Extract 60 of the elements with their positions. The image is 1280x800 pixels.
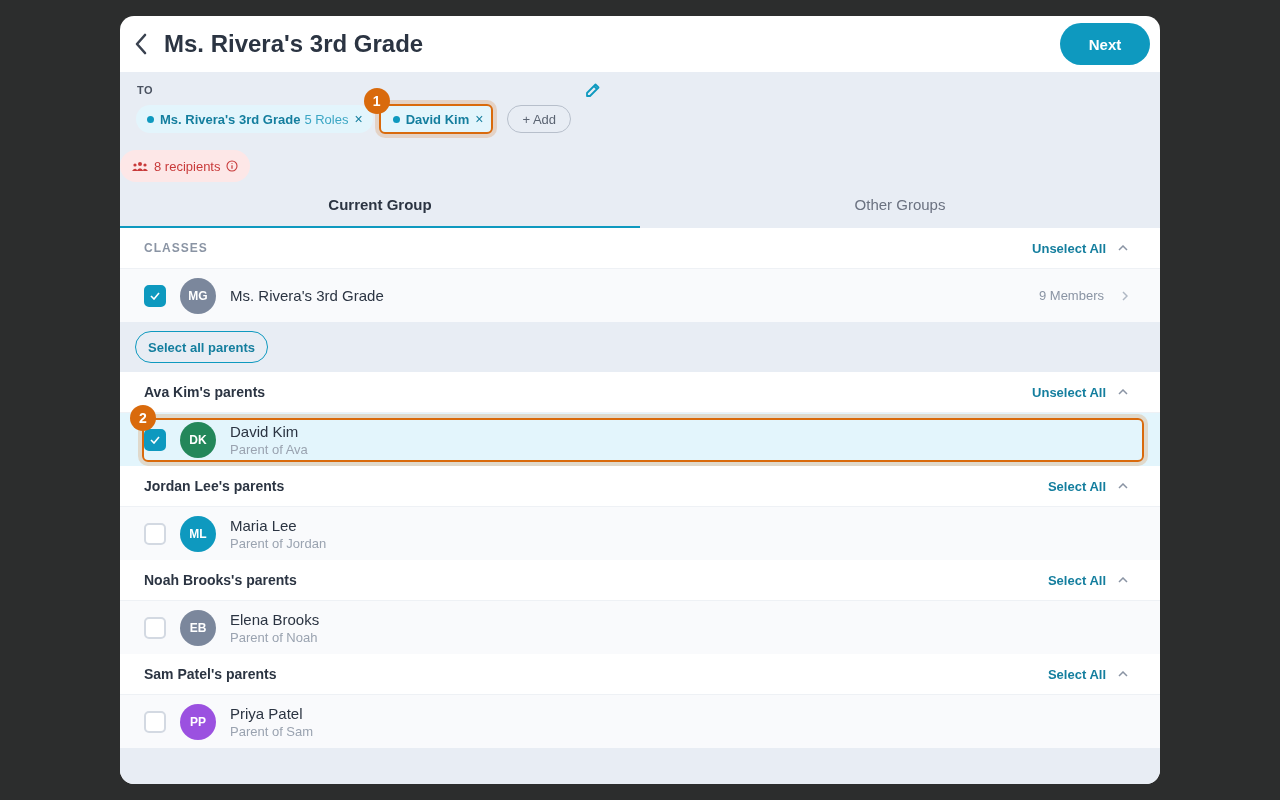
group-heading: Sam Patel's parents: [144, 666, 278, 682]
tab[interactable]: Other Groups: [640, 182, 1160, 228]
group-heading: Jordan Lee's parents: [144, 478, 286, 494]
class-row[interactable]: MG Ms. Rivera's 3rd Grade 9 Members: [120, 269, 1160, 322]
parent-row[interactable]: ML Maria Lee Parent of Jordan: [120, 507, 1160, 560]
unselect-all-link[interactable]: Unselect All: [1032, 240, 1106, 256]
dot-icon: [147, 115, 154, 123]
remove-button[interactable]: ×: [354, 111, 363, 127]
recipients-pill[interactable]: 8 recipients: [120, 150, 251, 182]
group-heading: Noah Brooks's parents: [144, 572, 298, 588]
people-icon: [132, 161, 148, 171]
avatar: PP: [180, 703, 216, 740]
parent-name: Elena Brooks: [230, 610, 321, 628]
section-heading: CLASSES: [144, 241, 209, 255]
to-label: TO: [137, 84, 154, 96]
next-button[interactable]: Next: [1060, 23, 1150, 65]
parent-relation: Parent of Jordan: [230, 535, 328, 551]
parent-relation: Parent of Ava: [230, 441, 309, 457]
check-icon: [150, 435, 160, 444]
callout-badge: 2: [130, 405, 156, 431]
chip-label: Ms. Rivera's 3rd Grade: [160, 111, 301, 127]
select-all-link[interactable]: Unselect All: [1032, 384, 1106, 400]
class-name: Ms. Rivera's 3rd Grade: [230, 287, 385, 304]
chip-detail: 5 Roles: [304, 111, 349, 127]
avatar: DK: [180, 421, 216, 458]
chevron-icon[interactable]: [1118, 245, 1128, 251]
recipient-chip[interactable]: Ms. Rivera's 3rd Grade 5 Roles ×: [136, 105, 373, 133]
parent-relation: Parent of Noah: [230, 629, 319, 645]
group-heading: Ava Kim's parents: [144, 384, 267, 400]
chip-label: David Kim: [405, 111, 470, 127]
avatar: MG: [180, 277, 216, 314]
parent-row[interactable]: PP Priya Patel Parent of Sam: [120, 695, 1160, 748]
chevron-icon[interactable]: [1118, 483, 1128, 489]
parent-name: Maria Lee: [230, 516, 298, 534]
chevron-right-icon[interactable]: [1122, 290, 1128, 301]
recipients-count: 8 recipients: [154, 158, 221, 174]
member-count: 9 Members: [1038, 288, 1104, 303]
select-all-link[interactable]: Select All: [1047, 666, 1106, 682]
parent-relation: Parent of Sam: [230, 723, 315, 739]
checkbox[interactable]: [144, 284, 166, 307]
parent-row[interactable]: EB Elena Brooks Parent of Noah: [120, 601, 1160, 654]
avatar: ML: [180, 515, 216, 552]
callout-badge: 1: [363, 88, 390, 114]
back-icon[interactable]: [134, 33, 148, 55]
parent-name: David Kim: [230, 422, 300, 440]
pencil-icon[interactable]: [585, 82, 602, 98]
checkbox[interactable]: [144, 428, 166, 451]
info-icon: [226, 160, 239, 172]
select-all-link[interactable]: Select All: [1047, 478, 1106, 494]
dialog-title: Ms. Rivera's 3rd Grade: [164, 30, 425, 58]
check-icon: [150, 291, 160, 300]
parent-name: Priya Patel: [230, 704, 304, 722]
chevron-icon[interactable]: [1118, 389, 1128, 395]
avatar: EB: [180, 609, 216, 646]
remove-button[interactable]: ×: [475, 111, 484, 127]
dot-icon: [392, 115, 400, 123]
chevron-icon[interactable]: [1118, 577, 1128, 583]
tab[interactable]: Current Group: [120, 182, 640, 228]
chevron-icon[interactable]: [1118, 671, 1128, 677]
select-all-link[interactable]: Select All: [1047, 572, 1106, 588]
